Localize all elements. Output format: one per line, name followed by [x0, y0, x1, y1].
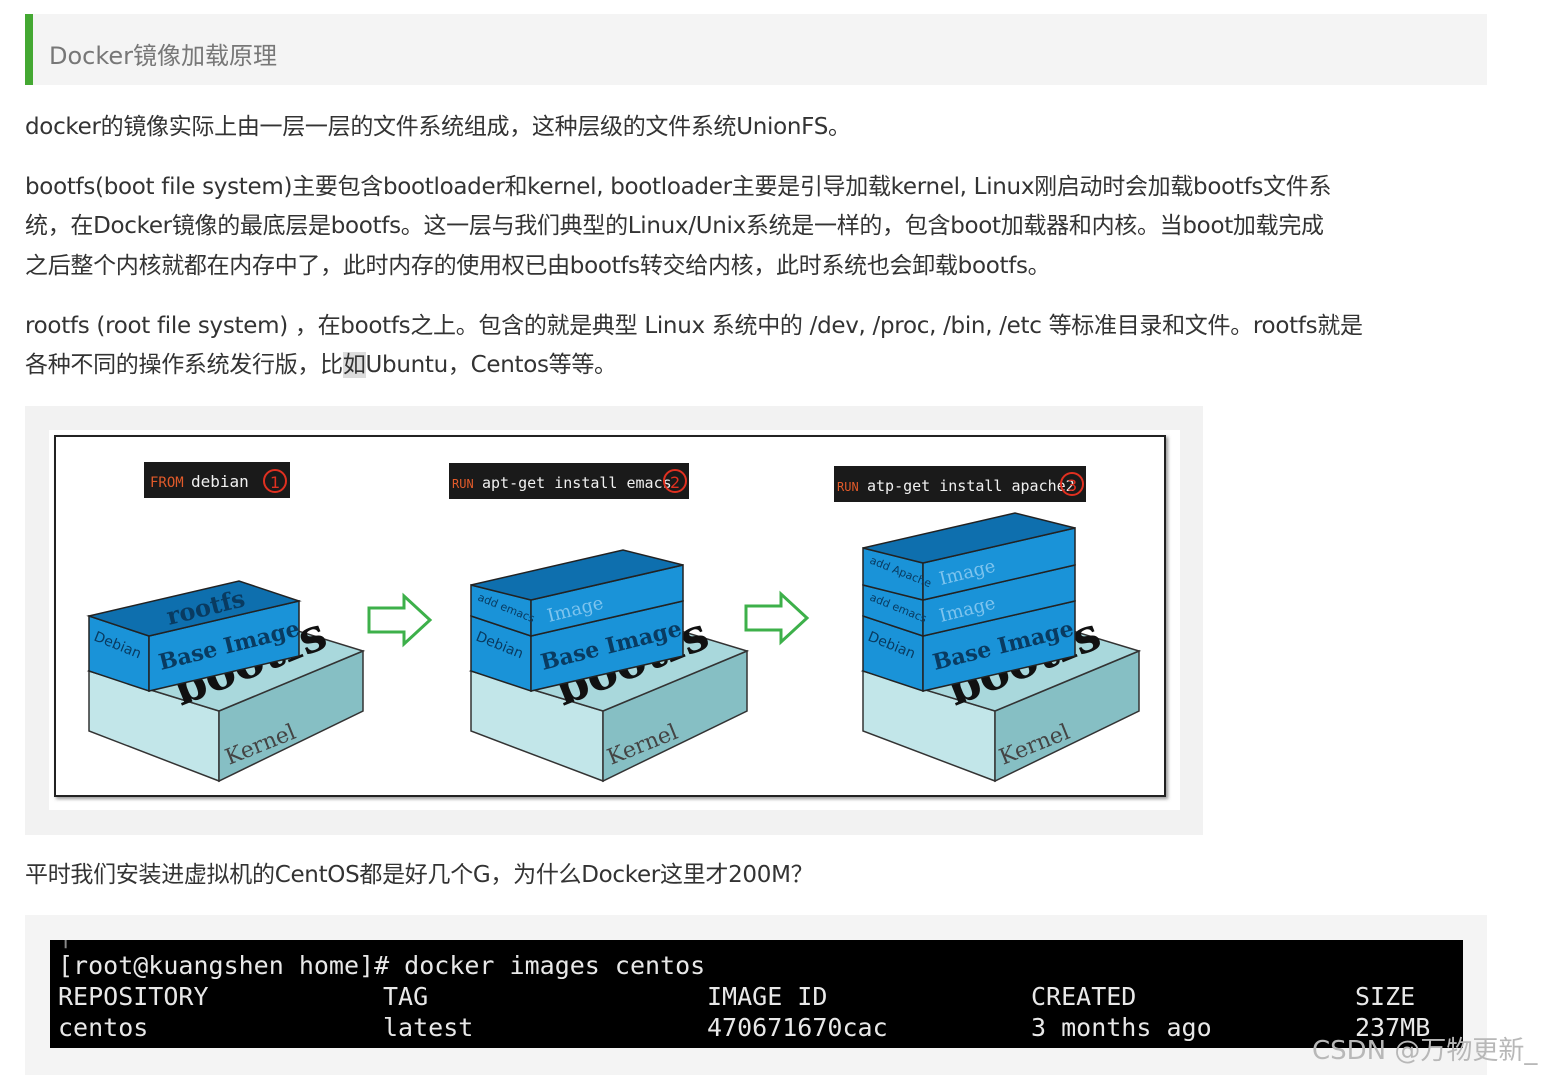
- col-size: SIZE: [1355, 982, 1416, 1011]
- paragraph-rootfs-line: 各种不同的操作系统发行版，比如Ubuntu，Centos等等。: [25, 346, 1495, 385]
- paragraph-unionfs: docker的镜像实际上由一层一层的文件系统组成，这种层级的文件系统UnionF…: [25, 114, 851, 140]
- code-block: ┬ [root@kuangshen home]# docker images c…: [25, 915, 1487, 1075]
- cell-tag: latest: [383, 1013, 474, 1042]
- paragraph-bootfs-line: 统，在Docker镜像的最底层是bootfs。这一层与我们典型的Linux/Un…: [25, 213, 1324, 239]
- col-repository: REPOSITORY: [58, 982, 209, 1011]
- terminal-cursor: [432, 1041, 447, 1048]
- cell-created: 3 months ago: [1031, 1013, 1212, 1042]
- layer-diagram-canvas: FROM debian 1 RUN apt-get install emacs …: [49, 430, 1180, 810]
- paragraph-bootfs-line: 之后整个内核就都在内存中了，此时内存的使用权已由bootfs转交给内核，此时系统…: [25, 253, 1051, 279]
- cell-repository: centos: [58, 1013, 149, 1042]
- section-title: Docker镜像加载原理: [49, 42, 278, 70]
- paragraph-bootfs-line: bootfs(boot file system)主要包含bootloader和k…: [25, 174, 1332, 200]
- step-number: 3: [1067, 476, 1077, 495]
- terminal-data-row: centos latest 470671670cac 3 months ago …: [58, 1012, 1458, 1043]
- step-keyword: RUN: [837, 480, 859, 494]
- layer-diagram-figure: FROM debian 1 RUN apt-get install emacs …: [25, 406, 1203, 835]
- step-number: 2: [670, 473, 680, 492]
- terminal-cut-line: ┬: [58, 940, 73, 949]
- step-command: debian: [191, 472, 249, 491]
- step-number: 1: [270, 473, 280, 492]
- step-command: apt-get install emacs: [482, 474, 672, 492]
- paragraph-question: 平时我们安装进虚拟机的CentOS都是好几个G，为什么Docker这里才200M…: [25, 862, 814, 888]
- layer-diagram-svg: FROM debian 1 RUN apt-get install emacs …: [54, 435, 1166, 797]
- step-label-1: FROM debian 1: [144, 462, 290, 498]
- terminal-screenshot: ┬ [root@kuangshen home]# docker images c…: [50, 940, 1463, 1048]
- step-command: atp-get install apache2: [867, 477, 1075, 495]
- col-created: CREATED: [1031, 982, 1137, 1011]
- section-heading: Docker镜像加载原理: [25, 14, 1487, 85]
- col-image-id: IMAGE ID: [707, 982, 828, 1011]
- step-keyword: RUN: [452, 477, 474, 491]
- terminal-header-row: REPOSITORY TAG IMAGE ID CREATED SIZE: [58, 981, 1458, 1012]
- step-label-2: RUN apt-get install emacs 2: [449, 463, 689, 499]
- step-label-3: RUN atp-get install apache2 3: [834, 466, 1086, 502]
- terminal-prompt: [root@kuangshen home]# docker images cen…: [58, 951, 706, 980]
- paragraph-rootfs-line: rootfs (root file system) ，在bootfs之上。包含的…: [25, 313, 1363, 339]
- cell-image-id: 470671670cac: [707, 1013, 888, 1042]
- highlighted-char: 如: [342, 352, 366, 378]
- col-tag: TAG: [383, 982, 429, 1011]
- text-span: Ubuntu，Centos等等。: [365, 352, 618, 378]
- watermark: CSDN @万物更新_: [1312, 1036, 1538, 1066]
- step-keyword: FROM: [150, 475, 184, 491]
- text-span: 各种不同的操作系统发行版，比: [25, 352, 343, 378]
